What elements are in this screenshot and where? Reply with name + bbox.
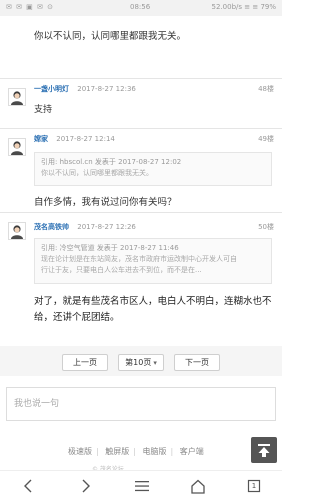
clock: 08:56 <box>130 3 151 11</box>
footer: 极速版 | 触屏版 | 电脑版 | 客户端 <box>0 438 282 466</box>
post-time: 2017-8-27 12:14 <box>56 135 115 143</box>
current-page-label: 第10页 <box>125 358 152 367</box>
menu-button[interactable] <box>132 477 152 495</box>
post-meta: 茂名高铁帅 2017-8-27 12:26 <box>34 222 136 232</box>
quote-block: 引用: 冷空气管道 发表于 2017-8-27 11:46 现在论计划是在东站简… <box>34 238 272 284</box>
chevron-left-icon <box>24 479 32 493</box>
footer-link-app[interactable]: 客户端 <box>180 447 204 456</box>
username[interactable]: 一盏小明灯 <box>34 85 69 93</box>
status-bar: ✉ ✉ ▣ ✉ ⊙ 08:56 52.00b/s ≡ ≡ 79% <box>0 0 282 16</box>
tabs-count: 1 <box>251 482 257 490</box>
next-page-button[interactable]: 下一页 <box>174 354 220 371</box>
quote-text: 现在论计划是在东站简友，茂名市政府市运改制中心开发人可自 <box>41 255 237 263</box>
footer-links: 极速版 | 触屏版 | 电脑版 | 客户端 <box>68 446 208 457</box>
pagination: 上一页 第10页 ▾ 下一页 <box>0 346 282 376</box>
home-button[interactable] <box>188 477 208 495</box>
chevron-right-icon <box>82 479 90 493</box>
home-icon <box>191 479 205 494</box>
divider <box>0 78 282 79</box>
footer-link-touch[interactable]: 触屏版 <box>105 447 129 456</box>
divider <box>0 128 282 129</box>
username[interactable]: 茂名高铁帅 <box>34 223 69 231</box>
tabs-button[interactable]: 1 <box>244 477 264 495</box>
system-indicators: 52.00b/s ≡ ≡ 79% <box>211 3 276 11</box>
username[interactable]: 嫦家 <box>34 135 48 143</box>
post-time: 2017-8-27 12:36 <box>77 85 136 93</box>
separator: | <box>96 447 99 456</box>
quote-source: 引用: hbscol.cn 发表于 2017-08-27 12:02 <box>41 158 182 166</box>
post-text: 支持 <box>34 105 53 115</box>
thread-content: 你以不认同，认同哪里都跟我无关。 一盏小明灯 2017-8-27 12:36 4… <box>0 16 282 376</box>
menu-icon <box>135 481 149 492</box>
avatar[interactable] <box>8 138 26 156</box>
prev-page-button[interactable]: 上一页 <box>62 354 108 371</box>
chevron-down-icon: ▾ <box>153 358 157 367</box>
quote-block: 引用: hbscol.cn 发表于 2017-08-27 12:02 你以不认同… <box>34 152 272 186</box>
quote-source: 引用: 冷空气管道 发表于 2017-8-27 11:46 <box>41 244 179 252</box>
back-to-top-button[interactable] <box>251 437 277 463</box>
footer-link-desktop[interactable]: 电脑版 <box>143 447 167 456</box>
post-text: 对了，就是有些茂名市区人，电白人不明白，连糊水也不给，还讲个屁团结。 <box>34 296 272 323</box>
post-meta: 嫦家 2017-8-27 12:14 <box>34 134 115 144</box>
avatar[interactable] <box>8 222 26 240</box>
post-time: 2017-8-27 12:26 <box>77 223 136 231</box>
avatar[interactable] <box>8 88 26 106</box>
page-select[interactable]: 第10页 ▾ <box>118 354 164 371</box>
forward-button[interactable] <box>76 477 96 495</box>
notification-icons: ✉ ✉ ▣ ✉ ⊙ <box>6 3 54 11</box>
footer-link-lite[interactable]: 极速版 <box>68 447 92 456</box>
reply-input[interactable] <box>7 388 275 420</box>
separator: | <box>170 447 174 456</box>
arrow-up-icon <box>258 444 270 457</box>
back-button[interactable] <box>18 477 38 495</box>
post-meta: 一盏小明灯 2017-8-27 12:36 <box>34 84 136 94</box>
post-text: 你以不认同，认同哪里都跟我无关。 <box>34 31 187 42</box>
floor-number: 50楼 <box>258 223 274 231</box>
post-text: 自作多情，我有说过问你有关吗？ <box>34 197 177 208</box>
floor-number: 48楼 <box>258 85 274 93</box>
browser-nav-bar: 1 <box>0 470 282 501</box>
separator: | <box>133 447 136 456</box>
floor-number: 49楼 <box>258 135 274 143</box>
quote-text-cont: 行让于友，只要电白人公车进去不到位，而不是在... <box>41 266 202 274</box>
divider <box>0 212 282 213</box>
quote-text: 你以不认同，认同哪里都跟我无关。 <box>41 169 153 177</box>
reply-box[interactable] <box>6 387 276 421</box>
